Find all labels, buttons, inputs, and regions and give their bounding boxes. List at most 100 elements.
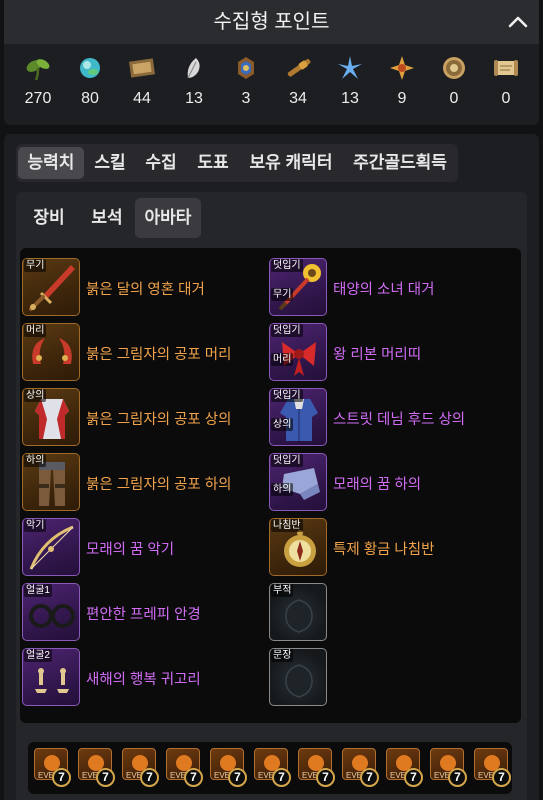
main-tab-bar: 능력치 스킬 수집 도표 보유 캐릭터 주간골드획득: [16, 144, 458, 182]
engraving-level-badge: 7: [96, 768, 115, 787]
slot-type-label: 덧입기: [271, 389, 303, 402]
avatar-slot-overlay-bottom[interactable]: 덧입기 하의 모래의 꿈 하의: [269, 453, 509, 513]
avatar-slot-overlay-head[interactable]: 덧입기 머리 왕 리본 머리띠: [269, 323, 509, 383]
engraving-level-badge: 7: [404, 768, 423, 787]
collection-count: 3: [241, 90, 251, 107]
tab-equipment[interactable]: 장비: [24, 198, 74, 238]
slot-type-label: 문장: [271, 649, 294, 662]
slot-subtype-label: 머리: [271, 353, 294, 366]
collection-item-feather[interactable]: 13: [174, 52, 214, 116]
seed-icon: [26, 59, 50, 81]
collection-item-eternal-seal[interactable]: 0: [434, 52, 474, 116]
slot-type-label: 덧입기: [271, 454, 303, 467]
collection-items: 270 80 44 13 3 34 13 9 0 0: [18, 52, 530, 116]
tab-weekly-gold[interactable]: 주간골드획득: [346, 147, 454, 179]
engraving-level-badge: 7: [448, 768, 467, 787]
avatar-item-name: 새해의 행복 귀고리: [86, 672, 201, 688]
engraving-item[interactable]: EVE 7: [210, 748, 247, 792]
avatar-slot-instrument[interactable]: 악기 모래의 꿈 악기: [22, 518, 262, 578]
collection-item-memory-scroll[interactable]: 0: [486, 52, 526, 116]
avatar-slot-weapon[interactable]: 무기 붉은 달의 영혼 대거: [22, 258, 262, 318]
collection-count: 9: [397, 90, 407, 107]
tab-owned-characters[interactable]: 보유 캐릭터: [240, 147, 342, 179]
collection-item-world-tree-leaf[interactable]: 13: [330, 52, 370, 116]
engraving-item[interactable]: EVE 7: [78, 748, 115, 792]
engraving-level-badge: 7: [52, 768, 71, 787]
tab-collection[interactable]: 수집: [136, 147, 186, 179]
avatar-section: 장비 보석 아바타 무기 붉은 달의 영혼 대거 머리 붉은 그림자의 공포 머…: [16, 192, 527, 800]
engraving-item[interactable]: EVE 7: [254, 748, 291, 792]
tab-chart[interactable]: 도표: [188, 147, 238, 179]
avatar-slot-face1[interactable]: 얼굴1 편안한 프레피 안경: [22, 583, 262, 643]
collection-points-header[interactable]: 수집형 포인트: [4, 0, 539, 44]
avatar-slot-face2[interactable]: 얼굴2 새해의 행복 귀고리: [22, 648, 262, 708]
avatar-item-name: 스트릿 데님 후드 상의: [333, 412, 466, 428]
eternal-seal-icon: [443, 57, 465, 79]
engraving-level-badge: 7: [272, 768, 291, 787]
feather-icon: [187, 58, 200, 79]
slot-subtype-label: 상의: [271, 418, 294, 431]
avatar-slot-top[interactable]: 상의 붉은 그림자의 공포 상의: [22, 388, 262, 448]
tab-stats[interactable]: 능력치: [18, 147, 84, 179]
slot-type-label: 악기: [24, 519, 47, 532]
island-heart-icon: [80, 58, 100, 78]
collection-count: 80: [81, 90, 99, 107]
avatar-slot-compass[interactable]: 나침반 특제 황금 나침반: [269, 518, 509, 578]
world-tree-leaf-icon: [338, 56, 362, 79]
character-detail-panel: 능력치 스킬 수집 도표 보유 캐릭터 주간골드획득 장비 보석 아바타 무기: [4, 134, 539, 800]
collection-count: 13: [185, 90, 203, 107]
avatar-item-name: 태양의 소녀 대거: [333, 282, 435, 298]
collection-item-artwork[interactable]: 44: [122, 52, 162, 116]
collection-count: 44: [133, 90, 151, 107]
collection-points-title: 수집형 포인트: [213, 11, 330, 33]
avatar-item-name: 붉은 그림자의 공포 하의: [86, 477, 232, 493]
avatar-slot-overlay-top[interactable]: 덧입기 상의 스트릿 데님 후드 상의: [269, 388, 509, 448]
tab-skills[interactable]: 스킬: [86, 147, 134, 179]
collection-item-orpheus-star[interactable]: 3: [226, 52, 266, 116]
tab-gems[interactable]: 보석: [80, 198, 134, 238]
memory-scroll-icon: [494, 60, 518, 76]
engraving-item[interactable]: EVE 7: [342, 748, 379, 792]
engraving-item[interactable]: EVE 7: [386, 748, 423, 792]
engraving-item[interactable]: EVE 7: [166, 748, 203, 792]
avatar-item-name: 편안한 프레피 안경: [86, 607, 201, 623]
avatar-slot-overlay-weapon[interactable]: 덧입기 무기 태양의 소녀 대거: [269, 258, 509, 318]
engraving-item[interactable]: EVE 7: [430, 748, 467, 792]
orpheus-star-icon: [238, 57, 254, 79]
collection-item-ignea-token[interactable]: 9: [382, 52, 422, 116]
slot-subtype-label: 하의: [271, 483, 294, 496]
avatar-item-name: 왕 리본 머리띠: [333, 347, 422, 363]
avatar-slot-bottom[interactable]: 하의 붉은 그림자의 공포 하의: [22, 453, 262, 513]
engraving-level-badge: 7: [140, 768, 159, 787]
collection-item-island-heart[interactable]: 80: [70, 52, 110, 116]
avatar-grid: 무기 붉은 달의 영혼 대거 머리 붉은 그림자의 공포 머리 상의 붉은 그림…: [20, 248, 521, 723]
slot-type-label: 머리: [24, 324, 47, 337]
avatar-item-name: 붉은 그림자의 공포 상의: [86, 412, 232, 428]
slot-type-label: 상의: [24, 389, 47, 402]
tab-avatar[interactable]: 아바타: [135, 198, 201, 238]
engraving-row: EVE 7 EVE 7 EVE 7 EVE 7 EVE 7 EVE 7 EVE …: [28, 742, 512, 794]
engraving-item[interactable]: EVE 7: [122, 748, 159, 792]
voyage-telescope-icon: [287, 59, 311, 77]
collection-count: 0: [501, 90, 511, 107]
collection-item-seed[interactable]: 270: [18, 52, 58, 116]
collection-item-voyage-telescope[interactable]: 34: [278, 52, 318, 116]
collection-count: 34: [289, 90, 307, 107]
slot-type-label: 얼굴2: [24, 649, 52, 662]
chevron-up-icon[interactable]: [507, 12, 529, 32]
engraving-item[interactable]: EVE 7: [34, 748, 71, 792]
ignea-token-icon: [390, 56, 414, 80]
avatar-slot-emblem[interactable]: 문장: [269, 648, 509, 708]
slot-type-label: 덧입기: [271, 324, 303, 337]
avatar-item-name: 특제 황금 나침반: [333, 542, 435, 558]
slot-subtype-label: 무기: [271, 288, 294, 301]
artwork-icon: [129, 58, 155, 78]
engraving-item[interactable]: EVE 7: [474, 748, 511, 792]
avatar-item-name: 모래의 꿈 악기: [86, 542, 175, 558]
engraving-item[interactable]: EVE 7: [298, 748, 335, 792]
avatar-slot-charm[interactable]: 부적: [269, 583, 509, 643]
collection-count: 0: [449, 90, 459, 107]
avatar-slot-head[interactable]: 머리 붉은 그림자의 공포 머리: [22, 323, 262, 383]
slot-type-label: 하의: [24, 454, 47, 467]
engraving-level-badge: 7: [360, 768, 379, 787]
